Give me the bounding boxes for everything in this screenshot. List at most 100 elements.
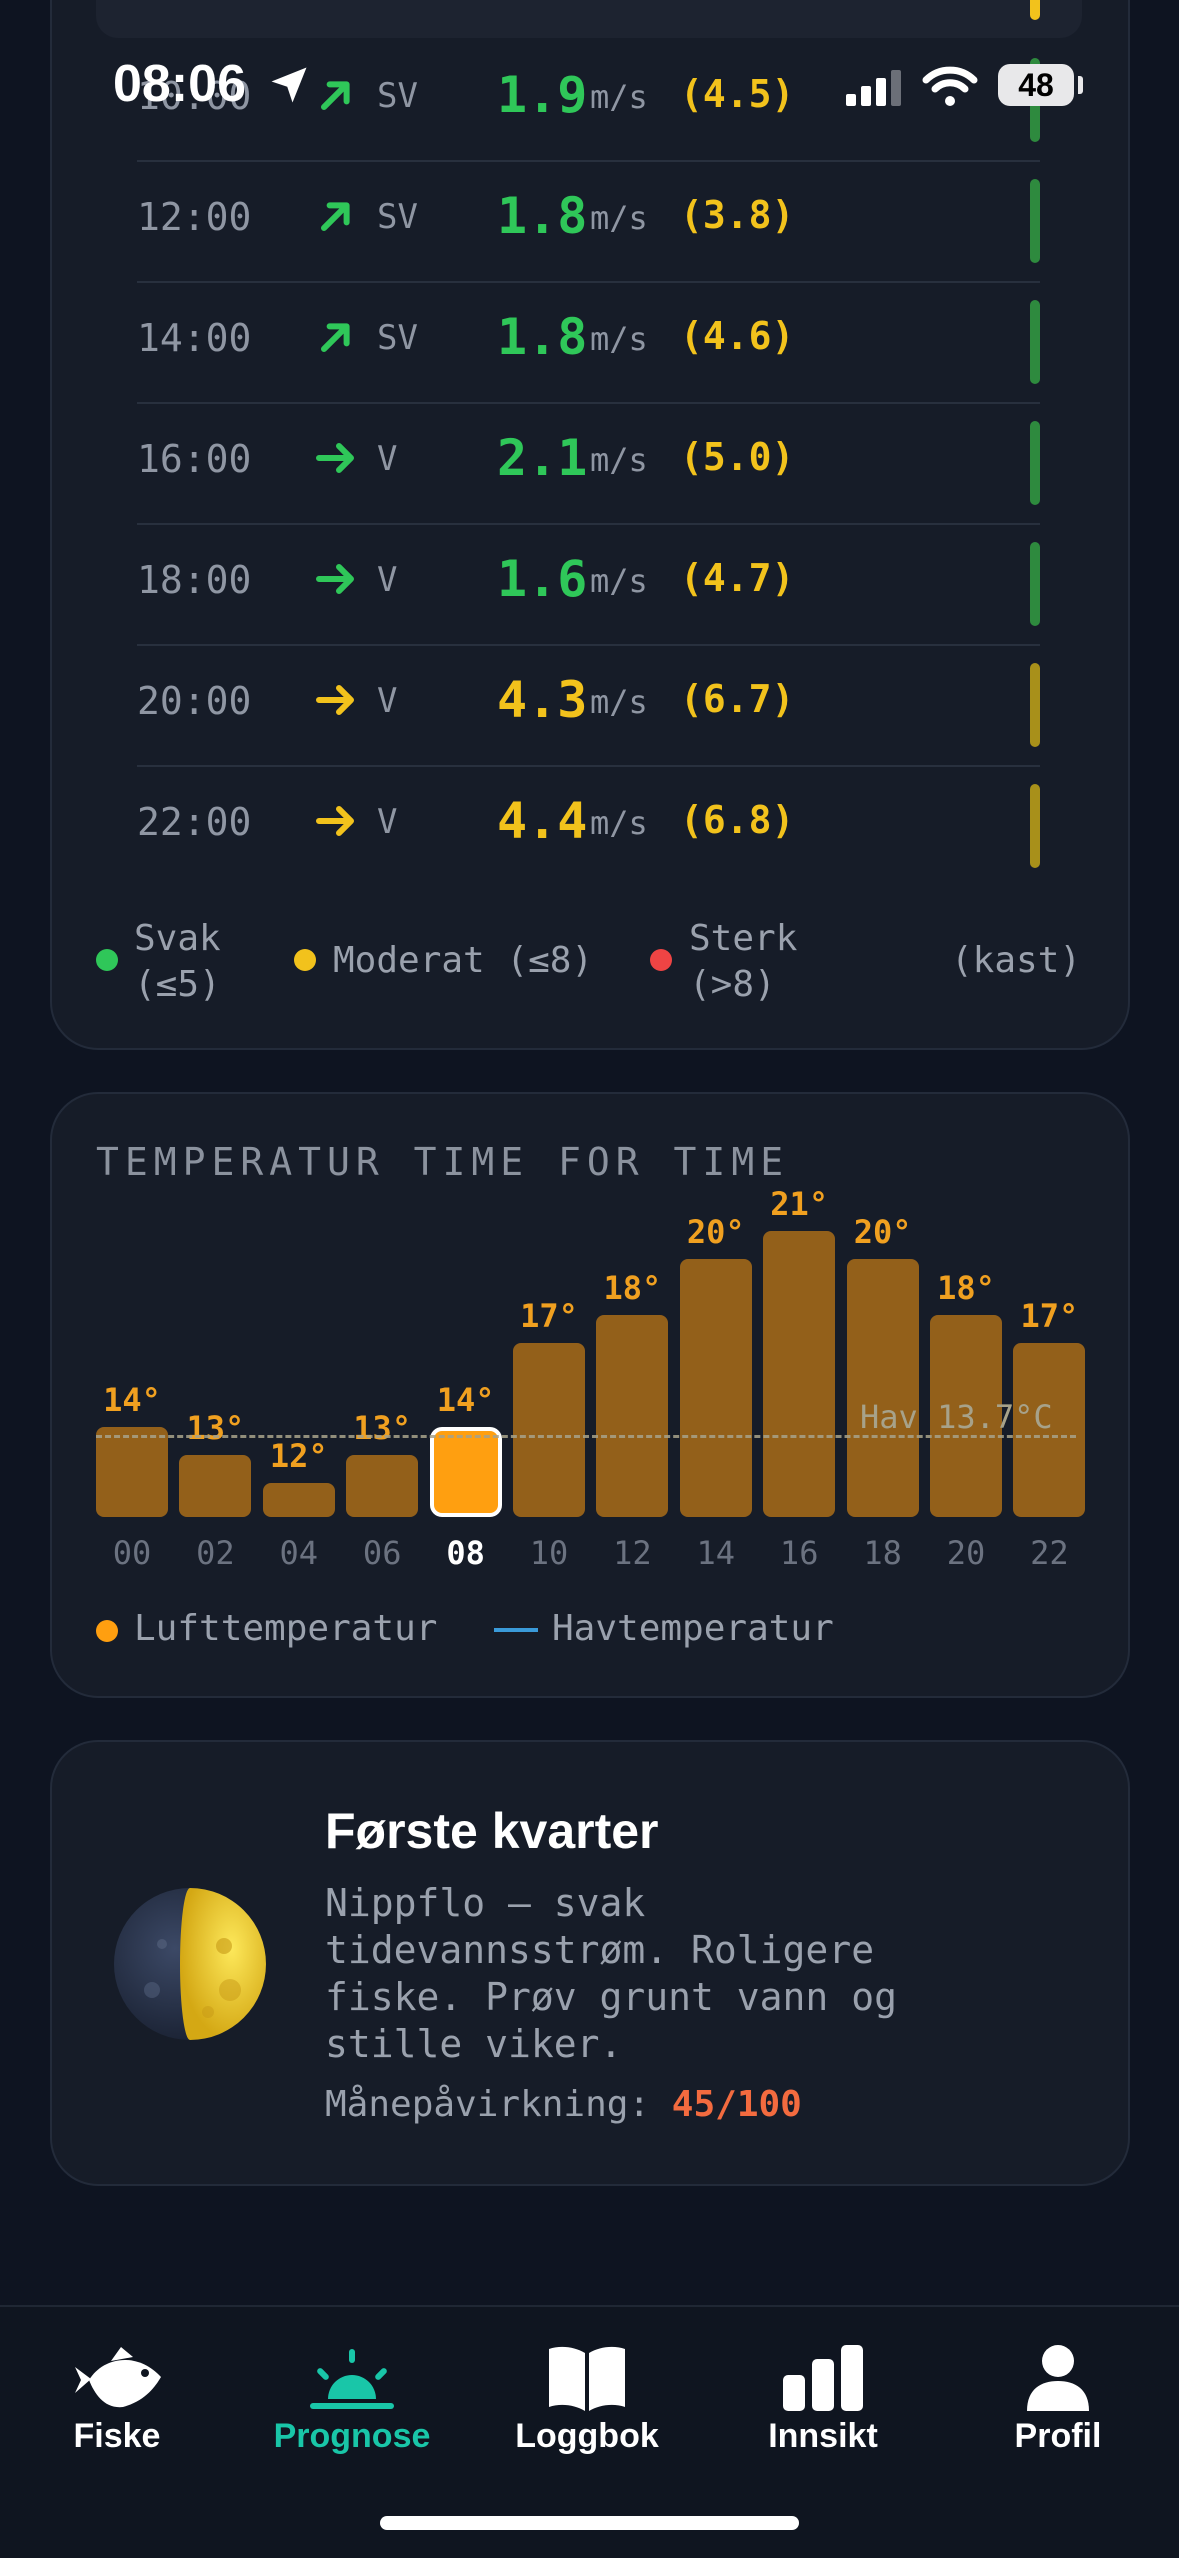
temperature-value-label: 18° [937,1269,995,1307]
wind-level-bar [1030,784,1040,868]
temperature-hour-label: 16 [779,1534,819,1572]
person-icon [1027,2345,1089,2411]
wind-direction: SV [377,197,418,237]
wind-speed: 1.6 [497,550,588,608]
wind-direction: V [377,560,398,600]
wind-direction-arrow-icon [320,202,350,232]
wind-gust: (6.8) [680,798,795,842]
wind-gust: (3.8) [680,193,795,237]
temperature-hour-label: 18 [863,1534,902,1572]
temperature-legend: Lufttemperatur Havtemperatur [96,1608,996,1652]
temperature-hour-label: 08 [446,1534,485,1572]
wind-time: 20:00 [137,679,252,723]
book-icon [549,2346,625,2411]
sea-temp-line-swatch [494,1628,538,1632]
wind-unit: m/s [590,199,648,237]
moon-influence: Månepåvirkning: 45/100 [325,2084,802,2125]
wind-gust: (6.7) [680,677,795,721]
air-temp-dot [96,1620,118,1642]
wind-direction-arrow-icon [316,806,354,836]
wind-unit: m/s [590,804,648,842]
wind-level-bar [1030,179,1040,263]
wind-time: 16:00 [137,437,252,481]
strong-dot [650,949,672,971]
wind-direction: V [377,681,398,721]
wind-time: 14:00 [137,316,252,360]
home-indicator [380,2516,799,2530]
temperature-value-label: 18° [603,1269,662,1307]
temperature-bar [429,1427,502,1517]
sea-temp-legend-label: Havtemperatur [552,1608,834,1649]
status-time: 08:06 [113,55,246,113]
wind-row: 20:00 V 4.3 m/s (6.7) [137,645,1040,767]
temperature-value-label: 17° [520,1297,578,1335]
temperature-bar [679,1259,752,1517]
bar-chart-icon [783,2345,863,2411]
wind-level-bar [1030,663,1040,747]
nav-item-fiske[interactable]: Fiske [17,2307,217,2507]
nav-label-fiske: Fiske [73,2417,161,2455]
wind-direction-arrow-icon [316,685,354,715]
nav-label-loggbok: Loggbok [515,2417,659,2455]
temperature-value-label: 20° [686,1213,745,1251]
temperature-value-label: 14° [436,1381,495,1419]
wind-row: 14:00 SV 1.8 m/s (4.6) [137,282,1040,404]
temperature-bar [96,1427,168,1517]
battery-cap [1078,76,1083,94]
wind-direction: V [377,439,398,479]
wind-row: 18:00 V 1.6 m/s (4.7) [137,524,1040,646]
wind-row: 16:00 V 2.1 m/s (5.0) [137,403,1040,525]
nav-item-loggbok[interactable]: Loggbok [487,2307,687,2507]
legend-weak-label: Svak [134,918,221,959]
temperature-value-label: 20° [853,1213,912,1251]
wind-speed: 2.1 [497,429,588,487]
nav-item-prognose[interactable]: Prognose [252,2307,452,2507]
moon-influence-label: Månepåvirkning: [325,2084,651,2125]
wifi-icon [922,66,978,106]
wind-legend: Svak (≤5) Moderat (≤8) Sterk (>8) (kast) [96,912,1086,1012]
wind-unit: m/s [590,683,648,721]
temperature-hour-label: 10 [529,1534,569,1572]
battery-indicator: 48 [998,64,1074,106]
wind-time: 22:00 [137,800,252,844]
moon-influence-value: 45/100 [671,2084,802,2125]
wind-row: 22:00 V 4.4 m/s (6.8) [137,766,1040,886]
wind-speed: 1.8 [497,308,588,366]
temperature-hour-label: 00 [112,1534,152,1572]
wind-speed: 4.3 [497,671,588,729]
sea-temp-label: Hav 13.7°C [860,1398,1053,1436]
wind-time: 18:00 [137,558,252,602]
moon-description: Nippflo — svak tidevannsstrøm. Roligere … [325,1881,897,2066]
temperature-hour-label: 02 [196,1534,235,1572]
temperature-value-label: 21° [770,1185,829,1223]
wind-direction-arrow-icon [320,323,350,353]
wind-unit: m/s [590,441,648,479]
temperature-bar [513,1343,585,1517]
temperature-bar [262,1483,335,1517]
nav-label-innsikt: Innsikt [768,2417,878,2455]
wind-direction: V [377,802,398,842]
temperature-bar [346,1455,419,1517]
wind-direction: SV [377,318,418,358]
location-arrow-icon [271,67,307,103]
nav-label-prognose: Prognose [273,2417,431,2455]
legend-strong-label: Sterk [689,918,798,959]
temperature-value-label: 14° [103,1381,161,1419]
wind-speed: 1.8 [497,187,588,245]
temperature-bar [763,1231,836,1517]
temperature-hour-label: 20 [946,1534,986,1572]
nav-item-profil[interactable]: Profil [958,2307,1158,2507]
sunrise-icon [310,2349,394,2409]
temperature-hour-label: 22 [1030,1534,1069,1572]
wind-level-bar [1030,542,1040,626]
air-temp-legend-label: Lufttemperatur [134,1608,438,1649]
temperature-value-label: 13° [186,1409,245,1447]
wind-direction-arrow-icon [316,564,354,594]
nav-item-innsikt[interactable]: Innsikt [723,2307,923,2507]
status-bar: 08:06 48 [0,0,1179,175]
wind-unit: m/s [590,320,648,358]
nav-label-profil: Profil [1014,2417,1102,2455]
temperature-hour-label: 06 [362,1534,402,1572]
wind-row: 12:00 SV 1.8 m/s (3.8) [137,161,1040,283]
fish-icon [75,2347,161,2408]
